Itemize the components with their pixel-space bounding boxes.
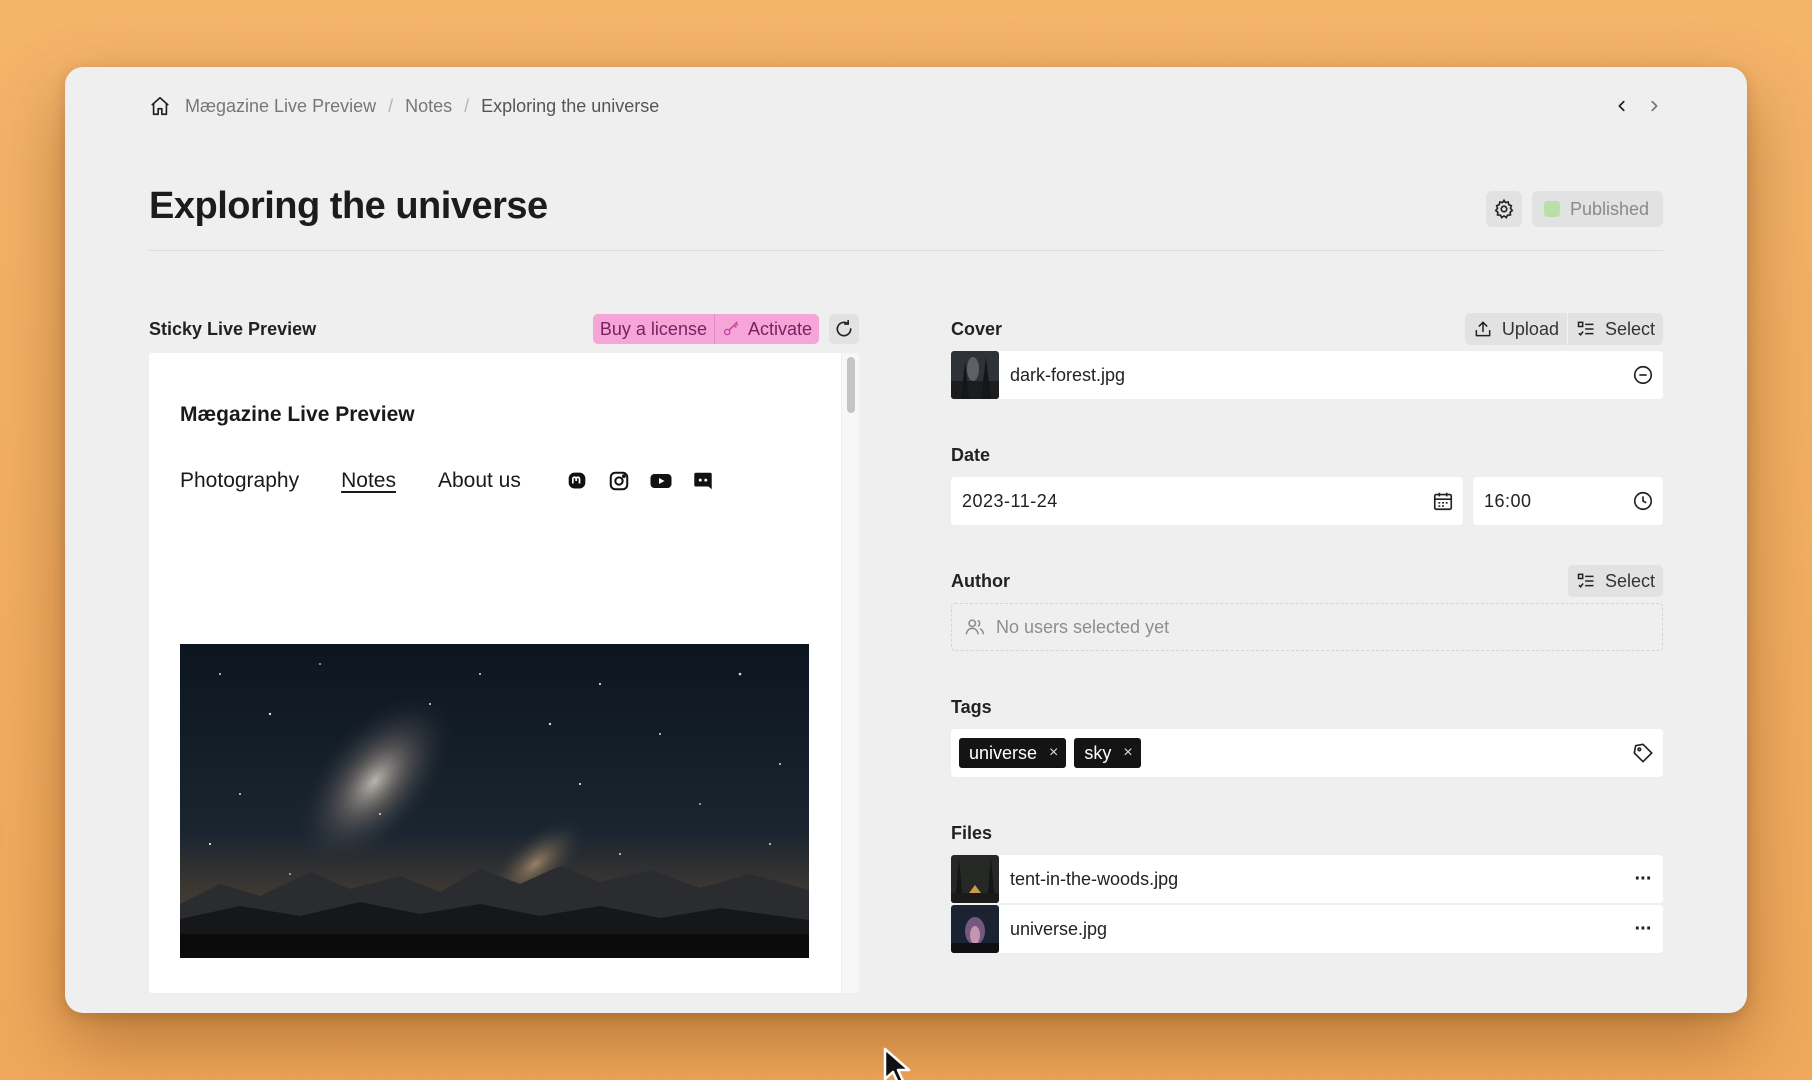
date-input[interactable]: 2023-11-24 (951, 477, 1463, 525)
remove-cover-button[interactable] (1623, 364, 1663, 386)
app-window: Mægazine Live Preview / Notes / Explorin… (65, 67, 1747, 1013)
status-label: Published (1569, 198, 1649, 219)
hero-image (180, 644, 809, 958)
time-input[interactable]: 16:00 (1473, 477, 1663, 525)
more-options-icon[interactable]: ··· (1623, 918, 1663, 941)
activate-label: Activate (747, 318, 812, 339)
cover-filename: dark-forest.jpg (1010, 364, 1126, 385)
date-label: Date (951, 444, 991, 465)
more-options-icon[interactable]: ··· (1623, 868, 1663, 891)
list-select-icon (1577, 573, 1594, 588)
preview-scrollbar[interactable] (841, 353, 859, 993)
title-divider (149, 250, 1663, 251)
refresh-icon (836, 319, 852, 337)
files-label: Files (951, 822, 993, 843)
cover-select-button[interactable]: Select (1568, 313, 1663, 345)
author-actions: Select (1567, 565, 1663, 597)
page-title: Exploring the universe (149, 185, 548, 227)
file-thumbnail (951, 855, 999, 903)
tags-label: Tags (951, 696, 992, 717)
tag-icon[interactable] (1623, 742, 1663, 764)
preview-frame[interactable]: Mægazine Live Preview Photography Notes … (149, 353, 859, 993)
time-value: 16:00 (1484, 490, 1532, 511)
breadcrumb-item-notes[interactable]: Notes (405, 96, 452, 117)
discord-icon[interactable] (691, 469, 715, 493)
activate-button[interactable]: Activate (715, 314, 819, 344)
tags-input[interactable]: universe × sky × (951, 729, 1663, 777)
select-label: Select (1604, 570, 1655, 591)
key-icon (723, 321, 739, 336)
site-nav-about[interactable]: About us (438, 469, 521, 493)
clock-icon[interactable] (1623, 490, 1663, 512)
preview-header: Sticky Live Preview Buy a license Activa… (149, 313, 859, 345)
license-button-group: Buy a license Activate (592, 314, 819, 344)
calendar-icon[interactable] (1423, 490, 1463, 512)
file-name: tent-in-the-woods.jpg (1010, 868, 1179, 889)
upload-icon (1475, 321, 1491, 337)
upload-label: Upload (1501, 318, 1559, 339)
author-empty-state[interactable]: No users selected yet (951, 603, 1663, 651)
instagram-icon[interactable] (607, 469, 631, 493)
chevron-left-icon[interactable] (1613, 97, 1631, 115)
status-badge[interactable]: Published (1531, 191, 1663, 227)
cover-actions: Upload Select (1464, 313, 1663, 345)
refresh-button[interactable] (829, 314, 859, 344)
date-field: Date 2023-11-24 16:00 (951, 439, 1663, 525)
remove-tag-icon[interactable]: × (1049, 744, 1058, 762)
settings-button[interactable] (1485, 191, 1522, 227)
cover-file-row[interactable]: dark-forest.jpg (951, 351, 1663, 399)
remove-tag-icon[interactable]: × (1123, 744, 1132, 762)
mouse-cursor-icon (883, 1047, 911, 1080)
history-navigation (1613, 91, 1663, 121)
tag-chip[interactable]: sky × (1074, 738, 1141, 768)
cover-thumbnail (951, 351, 999, 399)
tag-label: sky (1084, 742, 1112, 763)
cover-label: Cover (951, 318, 1003, 339)
tag-label: universe (969, 742, 1038, 763)
fields-panel: Cover Upload Select dark-forest.jpg Date… (951, 313, 1663, 993)
list-select-icon (1577, 321, 1594, 336)
author-field: Author Select No users selected yet (951, 565, 1663, 651)
file-row[interactable]: tent-in-the-woods.jpg ··· (951, 855, 1663, 903)
cover-field: Cover Upload Select dark-forest.jpg (951, 313, 1663, 399)
scrollbar-thumb[interactable] (847, 357, 855, 413)
site-nav-photography[interactable]: Photography (180, 469, 299, 493)
select-label: Select (1604, 318, 1655, 339)
file-name: universe.jpg (1010, 918, 1108, 939)
minus-circle-icon (1633, 365, 1653, 385)
tags-field: Tags universe × sky × (951, 691, 1663, 777)
breadcrumb-item-site[interactable]: Mægazine Live Preview (185, 96, 376, 117)
mastodon-icon[interactable] (565, 469, 589, 493)
status-dot (1543, 201, 1560, 217)
breadcrumb-item-current: Exploring the universe (481, 95, 660, 116)
buy-license-button[interactable]: Buy a license (593, 314, 714, 344)
author-label: Author (951, 570, 1010, 591)
title-actions: Published (1485, 191, 1663, 227)
file-thumbnail (951, 905, 999, 953)
users-icon (965, 619, 985, 635)
site-title[interactable]: Mægazine Live Preview (180, 403, 415, 427)
breadcrumb-separator: / (388, 95, 394, 116)
author-select-button[interactable]: Select (1568, 565, 1663, 597)
site-nav: Photography Notes About us (180, 469, 715, 493)
file-row[interactable]: universe.jpg ··· (951, 905, 1663, 953)
youtube-icon[interactable] (649, 469, 673, 493)
site-nav-notes[interactable]: Notes (341, 469, 396, 493)
date-value: 2023-11-24 (962, 490, 1058, 511)
tag-chip[interactable]: universe × (959, 738, 1067, 768)
upload-button[interactable]: Upload (1465, 313, 1567, 345)
chevron-right-icon[interactable] (1645, 97, 1663, 115)
gear-icon (1494, 198, 1514, 219)
files-field: Files tent-in-the-woods.jpg ··· universe… (951, 817, 1663, 953)
live-preview-panel: Sticky Live Preview Buy a license Activa… (149, 313, 859, 993)
breadcrumb-separator: / (464, 95, 470, 116)
breadcrumb: Mægazine Live Preview / Notes / Explorin… (149, 91, 659, 121)
author-empty-text: No users selected yet (996, 616, 1170, 637)
social-links (565, 469, 715, 493)
preview-title: Sticky Live Preview (149, 318, 317, 339)
home-icon[interactable] (149, 95, 171, 117)
